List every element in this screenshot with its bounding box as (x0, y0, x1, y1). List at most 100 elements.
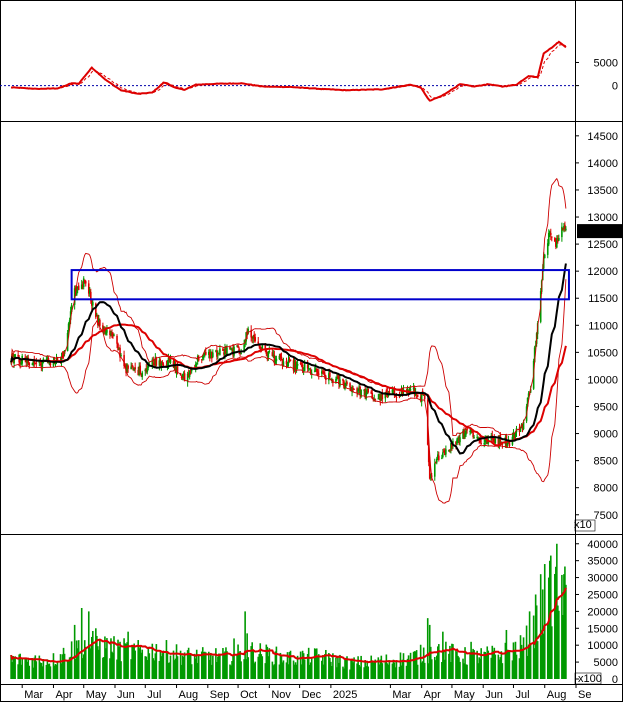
x-tick-label: 2025 (333, 689, 357, 701)
candle-body (395, 396, 398, 398)
volume-bar (282, 660, 285, 679)
x-tick-label: Jun (117, 689, 135, 701)
candles (10, 221, 567, 481)
candle-body (339, 379, 341, 386)
candle-body (169, 359, 172, 363)
x-tick-label: Mar (392, 689, 411, 701)
volume-bar (197, 655, 200, 679)
volume-bar (254, 661, 257, 679)
vol-y-tick-label: 30000 (587, 573, 618, 585)
price-y-tick-label: 12000 (587, 266, 618, 278)
volume-bar (92, 630, 94, 679)
volume-bar (35, 661, 38, 679)
candle-body (353, 388, 355, 390)
x-tick-label: Jul (515, 689, 529, 701)
candle-body (275, 358, 278, 362)
candle-body (416, 394, 419, 398)
candle-body (219, 348, 221, 355)
price-y-tick-label: 14500 (587, 131, 618, 143)
price-y-tick-label: 13000 (587, 212, 618, 224)
price-y-tick-label: 9000 (594, 429, 618, 441)
volume-bar (219, 653, 221, 679)
candle-body (558, 238, 560, 241)
candle-body (141, 372, 144, 377)
volume-bar (240, 661, 242, 679)
price-y-tick-label: 8000 (594, 483, 618, 495)
vol-y-tick-label: 10000 (587, 640, 618, 652)
volume-bar (494, 654, 497, 679)
volume-bar (134, 650, 136, 679)
volume-bar (501, 663, 504, 679)
last-price-label: 127400.0 (579, 226, 623, 238)
volume-bar (233, 638, 235, 679)
chart-frame (0, 0, 623, 702)
vol-y-tick-label: 35000 (587, 556, 618, 568)
vol-y-tick-label: 40000 (587, 539, 618, 551)
volume-bar (268, 648, 271, 679)
candle-body (550, 236, 553, 238)
candle-body (49, 363, 52, 366)
volume-bar (367, 666, 370, 679)
volume-bar (459, 661, 461, 679)
price-y-tick-label: 14000 (587, 158, 618, 170)
candle-body (565, 228, 567, 230)
candle-body (268, 350, 271, 352)
candle-body (176, 365, 179, 372)
volume-bar (522, 637, 525, 679)
vol-y-tick-label: 0 (612, 674, 618, 686)
candle-body (367, 389, 370, 393)
vol-y-tick-label: 25000 (587, 589, 618, 601)
volume-bar (14, 656, 16, 679)
volume-bars (10, 543, 567, 679)
volume-bar (416, 664, 419, 679)
oscillator-signal-line (11, 44, 567, 99)
price-y-tick-label: 9500 (594, 401, 618, 413)
oscillator-line (10, 40, 567, 102)
candle-body (433, 463, 436, 477)
candle-body (303, 364, 306, 371)
volume-bar (339, 654, 341, 679)
price-y-tick-label: 11000 (588, 320, 618, 332)
candle-body (28, 362, 31, 366)
volume-bar (21, 658, 23, 679)
volume-bar (529, 644, 532, 679)
candle-body (289, 359, 292, 361)
volume-bar (56, 662, 59, 679)
volume-bar (28, 665, 31, 679)
candle-body (120, 355, 122, 357)
candle-body (480, 443, 482, 445)
volume-bar (141, 649, 144, 679)
candle-body (466, 428, 468, 431)
price-y-tick-label: 7500 (594, 510, 618, 522)
price-y-tick-label: 12500 (587, 239, 618, 251)
volume-bar (310, 657, 313, 679)
candle-body (212, 352, 214, 357)
candle-body (106, 329, 108, 333)
candle-body (349, 383, 351, 388)
candle-body (280, 356, 283, 359)
volume-bar (395, 661, 398, 679)
price-y-tick-label: 8500 (594, 456, 618, 468)
volume-bar (360, 655, 362, 679)
volume-bar (438, 644, 440, 679)
candle-body (442, 452, 444, 458)
volume-bar (275, 646, 278, 679)
volume-bar (289, 650, 292, 679)
volume-bar (49, 666, 52, 679)
candle-body (494, 438, 497, 444)
vol-y-tick-label: 15000 (587, 623, 618, 635)
volume-bar (261, 656, 264, 679)
volume-bar (247, 657, 249, 679)
volume-bar (99, 639, 101, 679)
price-y-tick-label: 13500 (587, 185, 618, 197)
candle-body (77, 285, 80, 290)
volume-bar (42, 659, 45, 679)
candle-body (84, 281, 87, 284)
volume-bar (402, 653, 405, 679)
x-tick-label: Dec (302, 689, 322, 701)
volume-bar (63, 653, 66, 679)
volume-bar (466, 664, 468, 679)
volume-bar (77, 640, 80, 679)
candle-body (445, 449, 447, 455)
chart-canvas: 0 5000 7500 8000 8500 9000 9500 10000 10500 11000… (0, 0, 623, 702)
